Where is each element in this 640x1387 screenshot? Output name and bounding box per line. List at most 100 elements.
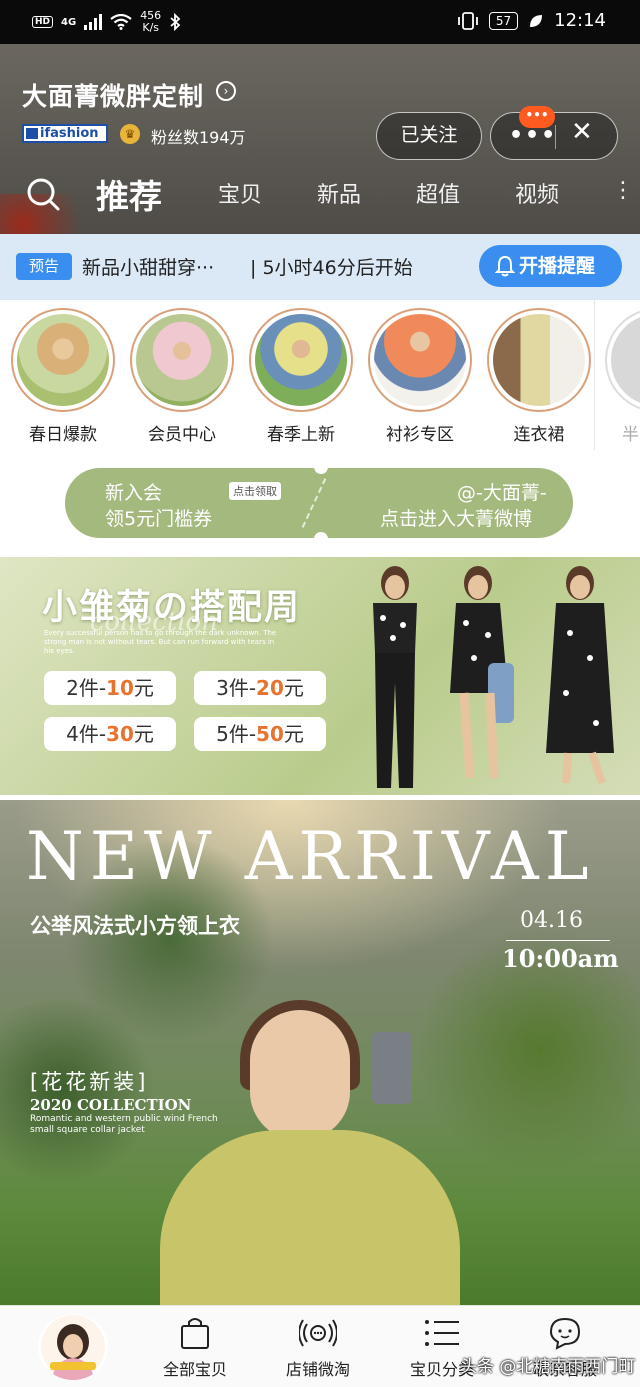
capsule-divider: [555, 125, 556, 149]
nav-label: 全部宝贝: [162, 1360, 227, 1379]
category-item[interactable]: 衬衫专区: [367, 308, 473, 445]
coupon-notch-bottom: [314, 532, 328, 546]
new-arrival-banner[interactable]: NEW ARRIVAL 公举风法式小方领上衣 04.16 10:00am [花花…: [0, 800, 640, 1305]
bluetooth-icon: [170, 13, 181, 31]
deal-button[interactable]: 5件-50元: [194, 717, 326, 751]
coupon-notch-top: [314, 460, 328, 474]
deal-price: 30: [106, 722, 134, 746]
deal-unit: 元: [133, 676, 154, 700]
brand-label: ifashion: [40, 126, 99, 141]
daisy-promo-banner[interactable]: 小雏菊の搭配周 collection Every successful pers…: [0, 557, 640, 795]
fans-count: 粉丝数194万: [151, 128, 246, 147]
category-ring: [605, 308, 640, 412]
category-ring: [487, 308, 591, 412]
deal-qty: 3件-: [216, 676, 257, 700]
tab-items[interactable]: 宝贝: [218, 177, 262, 209]
banner-headline: NEW ARRIVAL: [26, 818, 595, 895]
tab-value[interactable]: 超值: [416, 177, 460, 209]
category-photo: [611, 314, 640, 406]
shop-name[interactable]: 大面菁微胖定制: [22, 77, 204, 113]
category-scroll-divider: [594, 300, 595, 450]
crown-icon: ♛: [120, 124, 140, 144]
category-item[interactable]: 春季上新: [248, 308, 354, 445]
deal-button[interactable]: 4件-30元: [44, 717, 176, 751]
nav-weitao[interactable]: 店铺微淘: [268, 1316, 368, 1380]
banner-collection: 2020 COLLECTION: [30, 1096, 192, 1114]
category-ring: [11, 308, 115, 412]
deal-button[interactable]: 3件-20元: [194, 671, 326, 705]
category-ring: [130, 308, 234, 412]
shop-header: 大面菁微胖定制 › ifashion ♛ 粉丝数194万 已关注 ••• ✕ •…: [0, 44, 640, 254]
category-item[interactable]: 春日爆款: [10, 308, 116, 445]
model-top: [160, 1130, 460, 1305]
category-photo: [17, 314, 109, 406]
deal-unit: 元: [133, 722, 154, 746]
category-ring: [249, 308, 353, 412]
coupon-left-line2: 领5元门槛券: [105, 508, 213, 530]
model-photo: [373, 566, 417, 788]
vibrate-icon: [457, 11, 478, 30]
banner-subtitle: 公举风法式小方领上衣: [30, 914, 240, 938]
network-speed: 456 K/s: [140, 10, 161, 34]
follow-button[interactable]: 已关注: [376, 112, 482, 160]
coupon-right-line1: @-大面菁-: [457, 482, 547, 504]
category-label: 春日爆款: [29, 425, 97, 445]
message-badge: •••: [519, 106, 555, 128]
deal-price: 50: [256, 722, 284, 746]
chat-bubble-icon: [549, 1317, 581, 1350]
hd-icon: HD: [32, 16, 54, 28]
source-watermark: 头条 @北糖南雨西门町: [460, 1357, 636, 1377]
category-label: 半: [622, 425, 639, 445]
live-preview-bar[interactable]: 预告 新品小甜甜穿··· | 5小时46分后开始 开播提醒: [0, 234, 640, 300]
banner-tag: [花花新装]: [30, 1070, 149, 1094]
coupon-divider: [301, 478, 327, 528]
status-bar: HD 4G 456 K/s 57 12:14: [0, 0, 640, 44]
category-item[interactable]: 连衣裙: [486, 308, 592, 445]
live-remind-button[interactable]: 开播提醒: [479, 245, 622, 287]
category-label: 衬衫专区: [386, 425, 454, 445]
model-photo: [546, 566, 614, 785]
banner-date: 04.16: [520, 908, 583, 933]
category-photo: [493, 314, 585, 406]
wifi-icon: [110, 14, 132, 30]
tab-video[interactable]: 视频: [515, 177, 559, 209]
category-label: 春季上新: [267, 425, 335, 445]
coupon-claim-tag[interactable]: 点击领取: [229, 482, 281, 500]
chevron-right-icon[interactable]: ›: [216, 81, 236, 101]
list-icon: [425, 1320, 459, 1346]
ifashion-badge: ifashion: [22, 124, 108, 143]
date-divider: [506, 940, 610, 941]
category-label: 连衣裙: [513, 425, 565, 445]
nav-all-items[interactable]: 全部宝贝: [145, 1316, 245, 1380]
deal-button[interactable]: 2件-10元: [44, 671, 176, 705]
category-photo: [255, 314, 347, 406]
shopping-bag-icon: [181, 1318, 209, 1349]
bell-icon: [495, 255, 515, 277]
shop-avatar[interactable]: [38, 1314, 108, 1380]
deal-qty: 4件-: [66, 722, 107, 746]
battery-icon: 57: [488, 11, 519, 30]
banner-time: 10:00am: [502, 944, 619, 973]
tab-new[interactable]: 新品: [317, 177, 361, 209]
category-photo: [374, 314, 466, 406]
broadcast-icon: [299, 1319, 337, 1347]
preview-tag: 预告: [16, 253, 72, 280]
preview-title: 新品小甜甜穿···: [82, 257, 215, 279]
signal-icon: [84, 14, 103, 30]
category-item[interactable]: 半: [604, 308, 640, 445]
deal-unit: 元: [283, 722, 304, 746]
category-label: 会员中心: [148, 425, 216, 445]
close-icon[interactable]: ✕: [571, 117, 593, 147]
tabs-more-icon[interactable]: ⋮: [612, 178, 634, 203]
avatar-image: [41, 1315, 105, 1380]
member-coupon-banner[interactable]: 新入会 领5元门槛券 点击领取 @-大面菁- 点击进入大菁微博: [65, 460, 573, 546]
clock: 12:14: [554, 10, 606, 31]
category-item[interactable]: 会员中心: [129, 308, 235, 445]
deal-qty: 5件-: [216, 722, 257, 746]
network-type: 4G: [61, 16, 77, 28]
search-icon[interactable]: [26, 177, 60, 211]
banner-subtext: Every successful person has to go throug…: [44, 629, 277, 655]
leaf-icon: [530, 14, 543, 27]
status-left: HD 4G 456 K/s: [32, 10, 181, 34]
tab-recommend[interactable]: 推荐: [96, 170, 162, 218]
